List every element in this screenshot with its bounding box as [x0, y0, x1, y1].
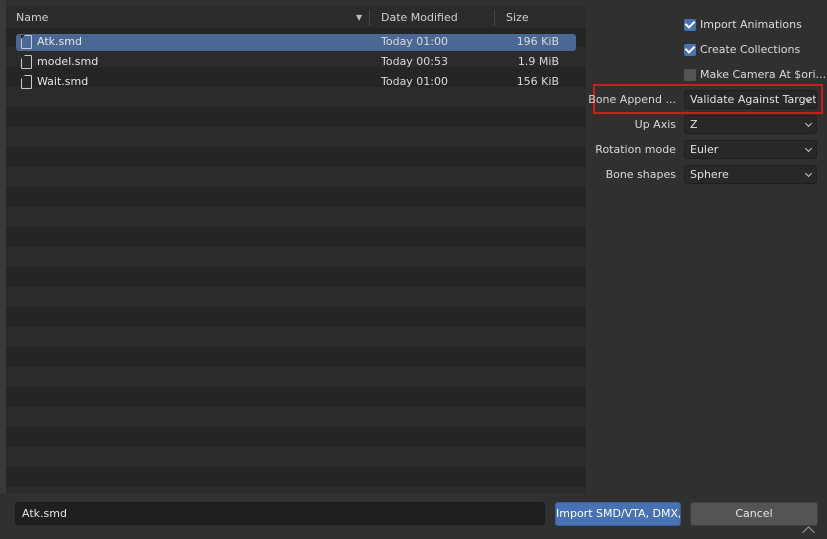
- file-icon: [21, 75, 32, 89]
- selection-highlight: [16, 34, 576, 51]
- column-name[interactable]: Name: [16, 7, 48, 29]
- bone-shapes-value: Sphere: [690, 168, 729, 181]
- rotation-mode-dropdown[interactable]: Euler: [684, 140, 817, 159]
- footer-bar: Atk.smd Import SMD/VTA, DMX,... Cancel: [0, 493, 827, 539]
- import-animations-label: Import Animations: [700, 18, 802, 31]
- file-name: Wait.smd: [37, 75, 89, 88]
- chevron-down-icon: [804, 119, 813, 128]
- bone-shapes-dropdown[interactable]: Sphere: [684, 165, 817, 184]
- rotation-mode-value: Euler: [690, 143, 719, 156]
- up-axis-label: Up Axis: [634, 118, 676, 131]
- file-date: Today 00:53: [381, 55, 449, 68]
- file-size: 1.9 MiB: [517, 55, 559, 68]
- bone-shapes-label: Bone shapes: [605, 168, 676, 181]
- resize-handle-icon[interactable]: [802, 526, 815, 539]
- filename-input[interactable]: Atk.smd: [15, 502, 545, 525]
- file-browser[interactable]: Name ▼ Date Modified Size Atk.smd Today …: [6, 7, 586, 493]
- checkbox-checked-icon[interactable]: [684, 19, 696, 31]
- rotation-mode-label: Rotation mode: [595, 143, 676, 156]
- file-list: Atk.smd Today 01:00 196 KiB model.smd To…: [6, 32, 586, 92]
- column-header: Name ▼ Date Modified Size: [6, 7, 586, 29]
- file-row-atk[interactable]: Atk.smd Today 01:00 196 KiB: [6, 32, 586, 52]
- file-icon: [21, 55, 32, 69]
- bone-append-dropdown[interactable]: Validate Against Target: [684, 90, 817, 109]
- sort-descending-icon[interactable]: ▼: [356, 7, 362, 29]
- file-row-model[interactable]: model.smd Today 00:53 1.9 MiB: [6, 52, 586, 72]
- file-date: Today 01:00: [381, 35, 449, 48]
- file-icon: [21, 35, 32, 49]
- chevron-down-icon: [804, 169, 813, 178]
- file-size: 156 KiB: [516, 75, 559, 88]
- up-axis-value: Z: [690, 118, 698, 131]
- file-date: Today 01:00: [381, 75, 449, 88]
- checkbox-checked-icon[interactable]: [684, 44, 696, 56]
- import-button[interactable]: Import SMD/VTA, DMX,...: [555, 502, 681, 526]
- column-divider[interactable]: [494, 10, 495, 26]
- file-row-wait[interactable]: Wait.smd Today 01:00 156 KiB: [6, 72, 586, 92]
- bone-append-value: Validate Against Target: [690, 93, 817, 106]
- make-camera-label: Make Camera At $ori...: [700, 68, 827, 81]
- file-size: 196 KiB: [516, 35, 559, 48]
- column-date-modified[interactable]: Date Modified: [381, 7, 458, 29]
- cancel-button[interactable]: Cancel: [690, 502, 818, 526]
- chevron-down-icon: [804, 144, 813, 153]
- column-divider[interactable]: [369, 10, 370, 26]
- up-axis-dropdown[interactable]: Z: [684, 115, 817, 134]
- file-name: model.smd: [37, 55, 99, 68]
- file-name: Atk.smd: [37, 35, 82, 48]
- column-size[interactable]: Size: [506, 7, 529, 29]
- bone-append-label: Bone Append ...: [588, 93, 676, 106]
- import-options-panel: Import Animations Create Collections Mak…: [586, 0, 827, 490]
- checkbox-unchecked-icon[interactable]: [684, 69, 696, 81]
- create-collections-label: Create Collections: [700, 43, 801, 56]
